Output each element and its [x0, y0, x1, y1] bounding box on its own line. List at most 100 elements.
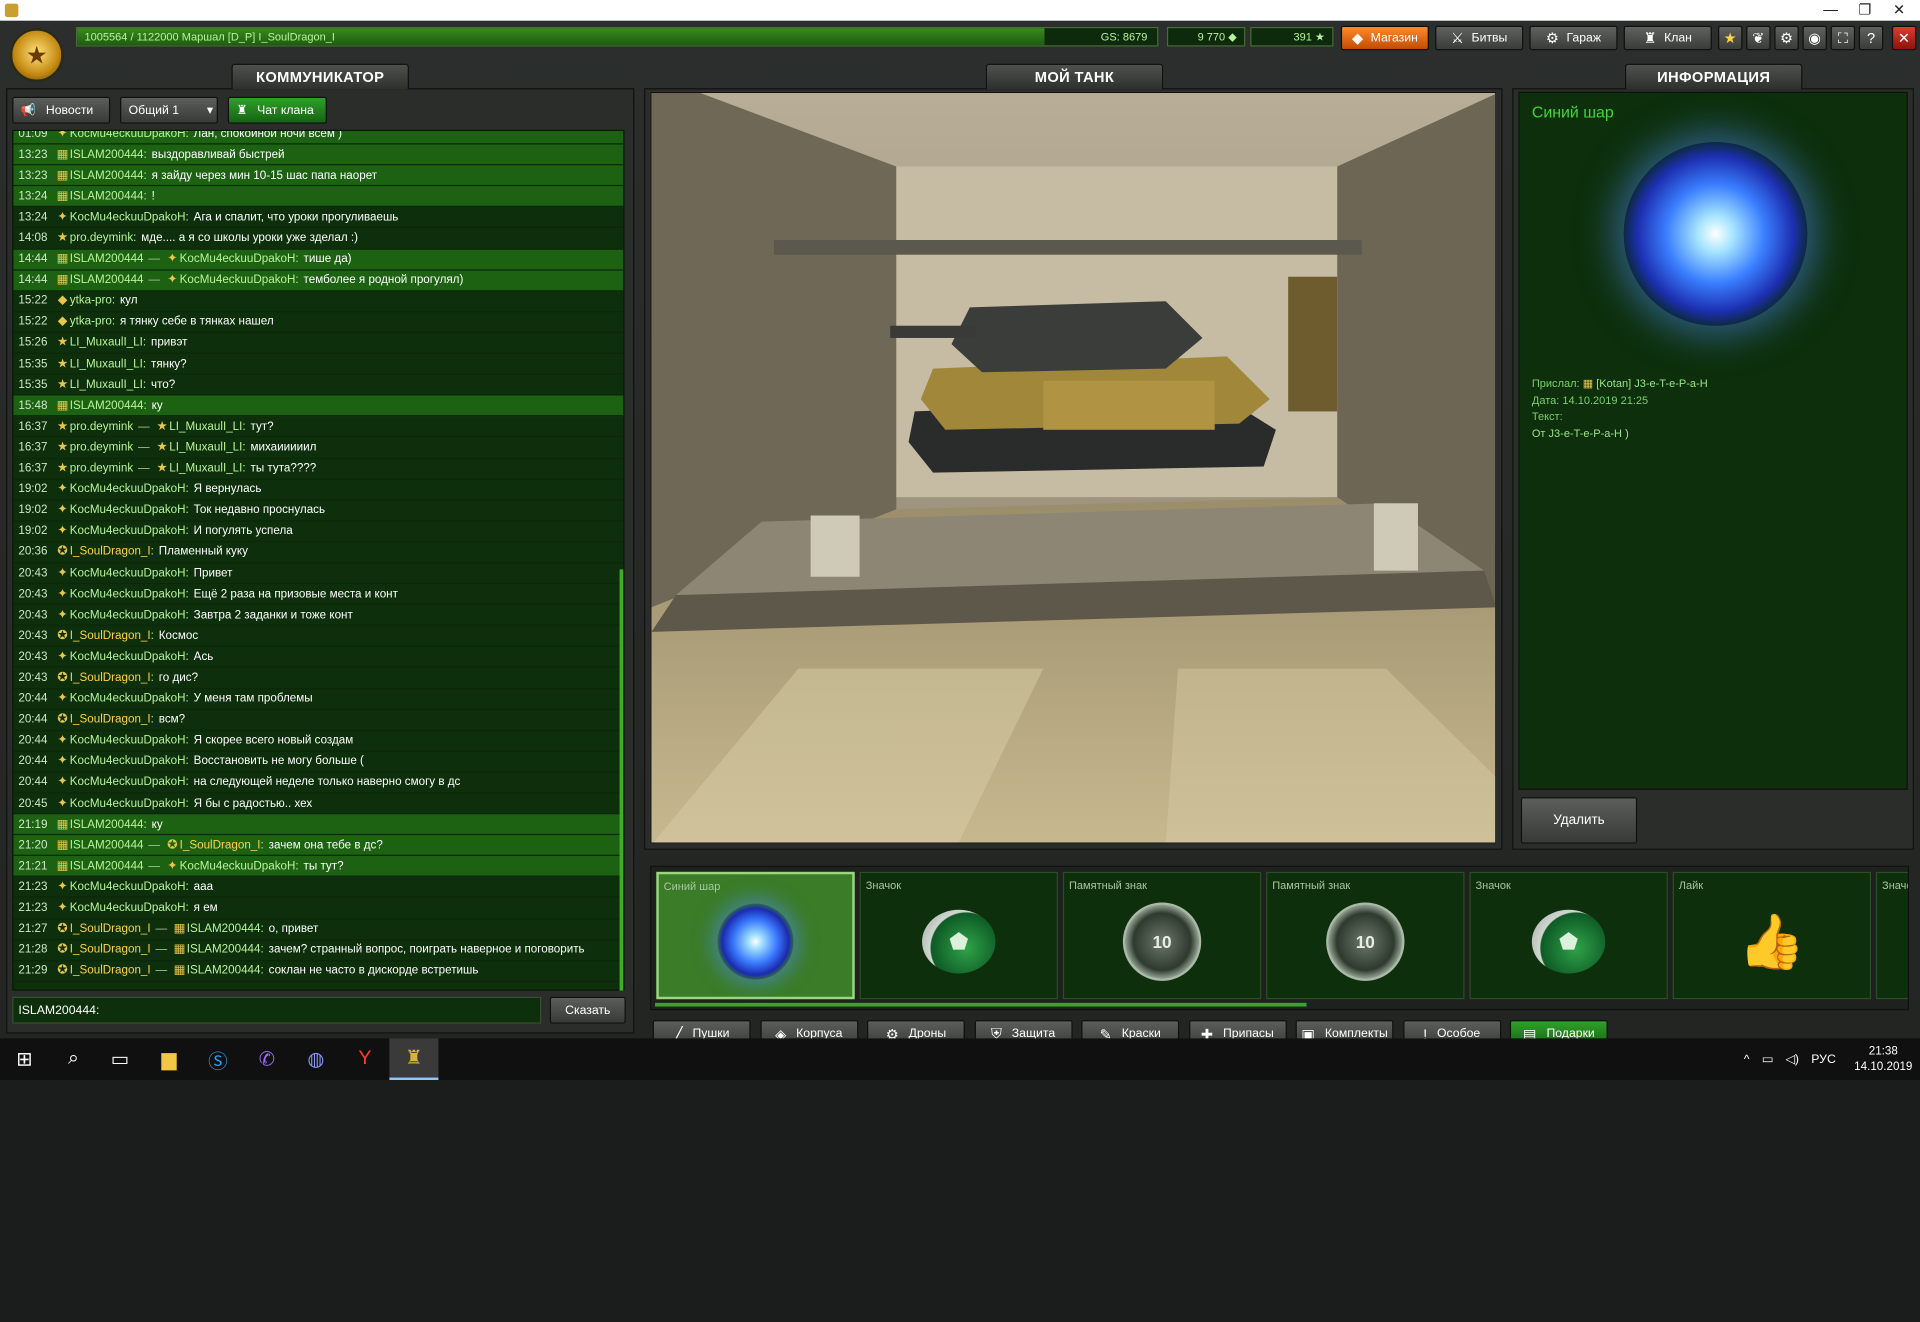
chat-username[interactable]: ytka-pro	[70, 315, 112, 328]
discord-icon[interactable]: ◍	[291, 1038, 340, 1080]
chat-recipient[interactable]: KocMu4eckuuDpakoH	[180, 252, 296, 265]
chat-username[interactable]: ISLAM200444	[70, 273, 144, 286]
tab-info[interactable]: ИНФОРМАЦИЯ	[1624, 63, 1803, 90]
chat-recipient[interactable]: KocMu4eckuuDpakoH	[180, 273, 296, 286]
fullscreen-icon[interactable]: ⛶	[1830, 25, 1856, 51]
chat-username[interactable]: I_SoulDragon_I	[70, 964, 151, 977]
clan-button[interactable]: ♜ Клан	[1623, 25, 1712, 51]
yandex-browser-icon[interactable]: Y	[340, 1038, 389, 1080]
chat-username[interactable]: ISLAM200444	[70, 190, 144, 203]
help-icon[interactable]: ?	[1858, 25, 1884, 51]
clock[interactable]: 21:38 14.10.2019	[1849, 1043, 1918, 1075]
item-card[interactable]: Значо⬟	[1875, 871, 1908, 1000]
chat-username[interactable]: LI_MuxaulI_LI	[70, 378, 143, 391]
item-card[interactable]: Лайк 👍	[1672, 871, 1872, 1000]
chat-username[interactable]: ytka-pro	[70, 294, 112, 307]
minimize-button[interactable]: —	[1812, 0, 1849, 21]
search-icon[interactable]: ⌕	[49, 1038, 98, 1080]
language-indicator[interactable]: РУС	[1811, 1052, 1836, 1065]
chat-recipient[interactable]: I_SoulDragon_I	[180, 838, 261, 851]
chat-username[interactable]: KocMu4eckuuDpakoH	[70, 734, 186, 747]
wreath-icon[interactable]: ❦	[1746, 25, 1771, 51]
chat-recipient[interactable]: LI_MuxaulI_LI	[169, 420, 242, 433]
chat-recipient[interactable]: ISLAM200444	[187, 922, 261, 935]
volume-icon[interactable]: ◁)	[1786, 1052, 1800, 1065]
chat-username[interactable]: KocMu4eckuuDpakoH	[70, 776, 186, 789]
chat-username[interactable]: LI_MuxaulI_LI	[70, 357, 143, 370]
chat-username[interactable]: ISLAM200444	[70, 859, 144, 872]
chat-username[interactable]: I_SoulDragon_I	[70, 629, 151, 642]
chat-recipient[interactable]: ISLAM200444	[187, 943, 261, 956]
chat-username[interactable]: I_SoulDragon_I	[70, 713, 151, 726]
shop-button[interactable]: ◆ Магазин	[1340, 25, 1429, 51]
garage-button[interactable]: ⚙ Гараж	[1529, 25, 1618, 51]
chevron-up-icon[interactable]: ^	[1744, 1052, 1750, 1065]
viber-icon[interactable]: ✆	[242, 1038, 291, 1080]
chat-recipient[interactable]: LI_MuxaulI_LI	[169, 462, 242, 475]
chat-username[interactable]: ISLAM200444	[70, 148, 144, 161]
chat-log[interactable]: 01:09 ✦ KocMu4eckuuDpakoH: Лан, спокойной н…	[12, 129, 625, 991]
item-card[interactable]: Значок ⬟	[859, 871, 1058, 1000]
chat-username[interactable]: I_SoulDragon_I	[70, 922, 151, 935]
item-card[interactable]: Памятный знак 10	[1266, 871, 1465, 1000]
chat-username[interactable]: KocMu4eckuuDpakoH	[70, 797, 186, 810]
network-icon[interactable]: ▭	[1762, 1052, 1774, 1065]
chat-username[interactable]: KocMu4eckuuDpakoH	[70, 566, 186, 579]
garage-viewport[interactable]	[650, 91, 1497, 844]
chat-recipient[interactable]: ISLAM200444	[187, 964, 261, 977]
chat-username[interactable]: I_SoulDragon_I	[70, 671, 151, 684]
chat-input[interactable]	[12, 996, 542, 1024]
item-card[interactable]: Памятный знак 10	[1062, 871, 1262, 1000]
chat-username[interactable]: KocMu4eckuuDpakoH	[70, 587, 186, 600]
chat-username[interactable]: KocMu4eckuuDpakoH	[70, 755, 186, 768]
clan-chat-button[interactable]: ♜ Чат клана	[227, 96, 327, 124]
chat-username[interactable]: ISLAM200444	[70, 399, 144, 412]
chat-username[interactable]: pro.deymink	[70, 441, 133, 454]
tab-my-tank[interactable]: МОЙ ТАНК	[985, 63, 1164, 90]
sound-icon[interactable]: ◉	[1802, 25, 1827, 51]
channel-select[interactable]: Общий 1 ▾	[120, 96, 218, 124]
chat-recipient[interactable]: LI_MuxaulI_LI	[169, 441, 242, 454]
chat-username[interactable]: KocMu4eckuuDpakoH	[70, 901, 186, 914]
chat-username[interactable]: KocMu4eckuuDpakoH	[70, 524, 186, 537]
star-icon[interactable]: ★	[1717, 25, 1743, 51]
tanki-online-taskbar-icon[interactable]: ♜	[389, 1038, 439, 1081]
chat-scrollbar[interactable]	[619, 569, 624, 991]
delete-button[interactable]: Удалить	[1520, 797, 1638, 844]
chat-username[interactable]: ISLAM200444	[70, 252, 144, 265]
chat-username[interactable]: KocMu4eckuuDpakoH	[70, 692, 186, 705]
window-close-button[interactable]: ✕	[1881, 0, 1918, 21]
say-button[interactable]: Сказать	[549, 996, 626, 1024]
item-card[interactable]: Значок ⬟	[1469, 871, 1668, 1000]
tab-communicator[interactable]: КОММУНИКАТОР	[231, 63, 409, 90]
chat-text: Завтра 2 заданки и тоже конт	[193, 608, 353, 622]
item-card[interactable]: Синий шар	[656, 871, 855, 1000]
settings-icon[interactable]: ⚙	[1774, 25, 1799, 51]
task-view-icon[interactable]: ▭	[96, 1038, 145, 1080]
chat-recipient[interactable]: KocMu4eckuuDpakoH	[180, 859, 296, 872]
chat-username[interactable]: KocMu4eckuuDpakoH	[70, 211, 186, 224]
chat-username[interactable]: pro.deymink	[70, 420, 133, 433]
chat-username[interactable]: I_SoulDragon_I	[70, 545, 151, 558]
chat-username[interactable]: ISLAM200444	[70, 818, 144, 831]
chat-username[interactable]: I_SoulDragon_I	[70, 943, 151, 956]
chat-username[interactable]: KocMu4eckuuDpakoH	[70, 131, 186, 140]
windows-start-icon[interactable]: ⊞	[0, 1038, 49, 1080]
chat-username[interactable]: KocMu4eckuuDpakoH	[70, 650, 186, 663]
chat-username[interactable]: KocMu4eckuuDpakoH	[70, 608, 186, 621]
close-icon[interactable]: ✕	[1891, 25, 1917, 51]
chat-username[interactable]: pro.deymink	[70, 231, 133, 244]
items-scroll-indicator[interactable]	[655, 1002, 1307, 1007]
restore-button[interactable]: ❐	[1847, 0, 1884, 21]
chat-username[interactable]: LI_MuxaulI_LI	[70, 336, 143, 349]
chat-username[interactable]: ISLAM200444	[70, 169, 144, 182]
news-button[interactable]: 📢 Новости	[12, 96, 111, 124]
file-explorer-icon[interactable]: ▆	[144, 1038, 193, 1080]
chat-username[interactable]: pro.deymink	[70, 462, 133, 475]
chat-username[interactable]: KocMu4eckuuDpakoH	[70, 504, 186, 517]
battles-button[interactable]: ⚔ Битвы	[1435, 25, 1524, 51]
chat-username[interactable]: ISLAM200444	[70, 838, 144, 851]
skype-icon[interactable]: Ⓢ	[193, 1038, 242, 1080]
chat-username[interactable]: KocMu4eckuuDpakoH	[70, 880, 186, 893]
chat-username[interactable]: KocMu4eckuuDpakoH	[70, 483, 186, 496]
